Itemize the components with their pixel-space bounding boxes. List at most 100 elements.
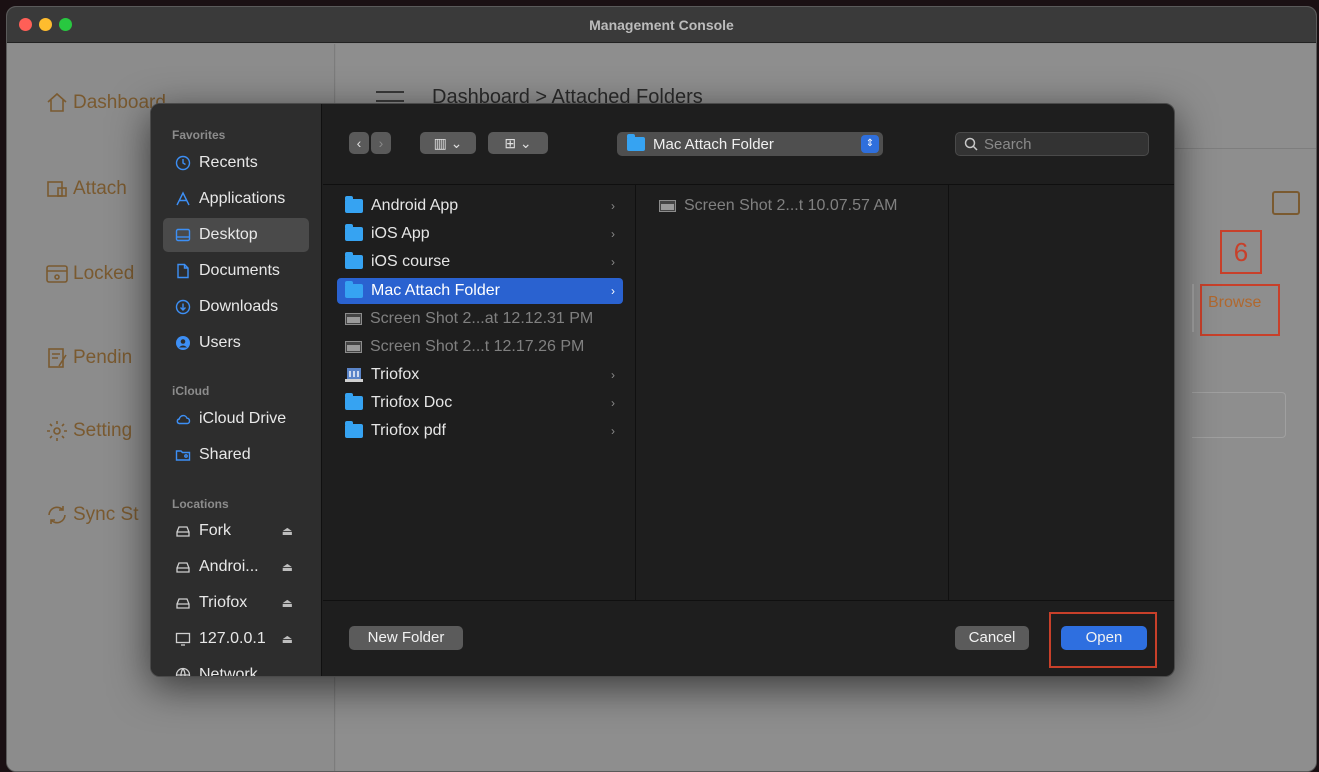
chevron-right-icon: › [611,227,615,241]
eject-icon[interactable]: ⏏ [282,524,293,538]
monitor-icon [175,632,191,646]
sidebar-item-desktop[interactable]: Desktop [163,218,309,252]
lock-icon [46,265,68,283]
item-label: Screen Shot 2...t 12.17.26 PM [370,338,585,355]
chevron-right-icon: › [611,199,615,213]
chevron-right-icon: › [611,368,615,382]
list-item: Screen Shot 2...t 12.17.26 PM [337,334,623,360]
sidebar-item-locked[interactable]: Locked [45,262,134,286]
browse-button[interactable]: Browse [1208,294,1261,312]
list-item[interactable]: iOS course › [337,249,623,275]
favorites-header: Favorites [172,128,226,142]
sidebar-item-icloud-drive[interactable]: iCloud Drive [163,402,309,436]
list-item[interactable]: iOS App › [337,221,623,247]
sidebar-item-sync-status[interactable]: Sync St [45,503,138,527]
item-label: iOS course [371,253,451,270]
item-label: Screen Shot 2...at 12.12.31 PM [370,310,594,327]
list-item[interactable]: Android App › [337,193,623,219]
group-button[interactable]: ⊞ ⌄ [488,132,548,154]
sidebar-item-localhost[interactable]: 127.0.0.1 ⏏ [163,622,309,656]
sidebar-item-label: iCloud Drive [199,410,287,427]
sidebar-item-downloads[interactable]: Downloads [163,290,309,324]
sidebar-item-label: Desktop [199,226,258,243]
step-annotation: 6 [1220,230,1262,274]
sidebar-item-label: Sync St [73,504,139,525]
drive-icon [176,526,190,537]
applications-icon [176,191,190,206]
eject-icon[interactable]: ⏏ [282,560,293,574]
sidebar-item-label: Shared [199,446,251,463]
cancel-button[interactable]: Cancel [955,626,1029,650]
search-field[interactable]: Search [955,132,1149,156]
forward-button[interactable]: › [371,132,391,154]
sidebar-item-fork[interactable]: Fork ⏏ [163,514,309,548]
sidebar-item-label: Attach [73,178,127,199]
folder-icon [627,134,645,151]
item-label: iOS App [371,225,430,242]
sidebar-item-label: Network [199,666,258,677]
image-file-icon [345,341,362,353]
sidebar-item-dashboard[interactable]: Dashboard [45,91,166,115]
column-view-button[interactable]: ▥ ⌄ [420,132,476,154]
eject-icon[interactable]: ⏏ [282,596,293,610]
sidebar-item-users[interactable]: Users [163,326,309,360]
text-input-edge [1192,392,1286,438]
shared-folder-icon [175,450,191,461]
list-item[interactable]: Triofox › [337,362,623,388]
sidebar-item-recents[interactable]: Recents [163,146,309,180]
open-highlight [1049,612,1157,668]
document-icon [177,263,189,279]
sidebar-item-settings[interactable]: Setting [45,419,132,443]
sidebar-item-attach[interactable]: Attach [45,177,127,201]
sidebar-item-triofox[interactable]: Triofox ⏏ [163,586,309,620]
globe-icon [175,667,191,676]
eject-icon[interactable]: ⏏ [282,632,293,646]
sidebar-item-pending[interactable]: Pendin [45,346,132,370]
sidebar-item-network[interactable]: Network [163,658,309,677]
list-item-selected[interactable]: Mac Attach Folder › [337,278,623,304]
path-popup[interactable]: Mac Attach Folder ⇕ [617,132,883,156]
folder-action-icon[interactable] [1272,191,1300,215]
sync-icon [48,506,66,524]
list-item[interactable]: Triofox Doc › [337,390,623,416]
list-item[interactable]: Triofox pdf › [337,418,623,444]
folder-icon [345,393,363,410]
sidebar-item-android[interactable]: Androi... ⏏ [163,550,309,584]
dialog-toolbar: ‹ › ▥ ⌄ ⊞ ⌄ Mac Attach Folder ⇕ Search [323,104,1174,184]
sidebar-item-documents[interactable]: Documents [163,254,309,288]
search-placeholder: Search [984,135,1032,153]
folder-icon [345,281,363,298]
sidebar-item-label: Setting [73,420,133,441]
home-icon [47,92,67,112]
browser-column-2: Screen Shot 2...t 10.07.57 AM [637,185,949,600]
folder-icon [345,224,363,241]
window-title: Management Console [589,17,734,33]
back-button[interactable]: ‹ [349,132,369,154]
locations-header: Locations [172,497,229,511]
gear-icon [47,421,67,441]
list-item: Screen Shot 2...at 12.12.31 PM [337,306,623,332]
item-label: Screen Shot 2...t 10.07.57 AM [684,197,898,214]
dialog-sidebar: Favorites Recents Applications Desktop D… [151,104,322,676]
download-icon [175,299,191,315]
image-file-icon [659,200,676,212]
item-label: Mac Attach Folder [371,282,500,299]
item-label: Triofox pdf [371,422,446,439]
title-bar: Management Console [7,7,1316,43]
sidebar-item-label: Pendin [73,347,133,368]
chevron-right-icon: › [611,396,615,410]
sidebar-item-shared[interactable]: Shared [163,438,309,472]
browser-column-3 [950,185,1174,600]
item-label: Android App [371,197,459,214]
sidebar-item-applications[interactable]: Applications [163,182,309,216]
app-icon [345,368,363,382]
attach-icon [47,181,67,197]
folder-icon [345,196,363,213]
search-icon [964,137,978,151]
new-folder-button[interactable]: New Folder [349,626,463,650]
image-file-icon [345,313,362,325]
folder-icon [345,252,363,269]
folder-icon [345,421,363,438]
pending-icon [48,348,67,368]
sidebar-item-label: Applications [199,190,286,207]
